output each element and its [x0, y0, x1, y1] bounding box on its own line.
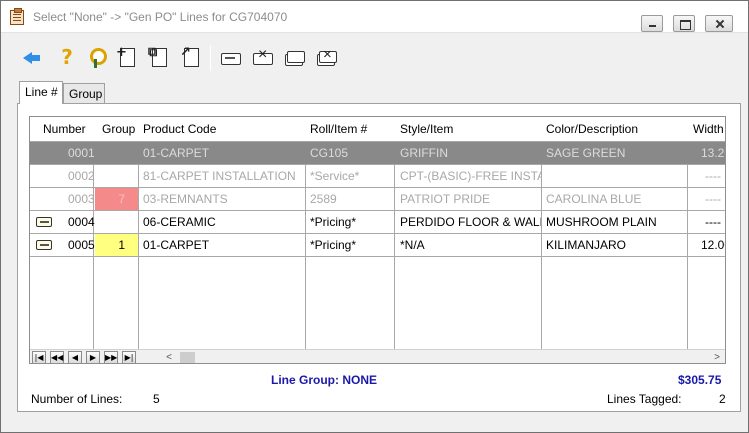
- table-row[interactable]: 0004 06-CERAMIC *Pricing* PERDIDO FLOOR …: [30, 211, 725, 234]
- title-bar: Select "None" -> "Gen PO" Lines for CG70…: [1, 1, 748, 33]
- previous-record-button[interactable]: ◀: [68, 351, 82, 363]
- cell-group: [94, 211, 139, 233]
- cell-number: 0004: [68, 215, 95, 229]
- table-row[interactable]: 0005 1 01-CARPET *Pricing* *N/A KILIMANJ…: [30, 234, 725, 257]
- cell-roll-item: *Service*: [310, 169, 360, 183]
- cell-roll-item: 2589: [310, 192, 337, 206]
- tag-icon[interactable]: [218, 45, 242, 69]
- help-icon[interactable]: ?: [55, 45, 79, 69]
- cell-group: [94, 142, 139, 164]
- tab-line-number[interactable]: Line #: [19, 81, 63, 104]
- back-arrow-icon[interactable]: [21, 45, 45, 69]
- window-title: Select "None" -> "Gen PO" Lines for CG70…: [33, 10, 288, 24]
- header-style-item[interactable]: Style/Item: [400, 122, 453, 136]
- cell-number: 0003: [68, 192, 95, 206]
- cell-color-description: SAGE GREEN: [546, 146, 626, 160]
- cell-color-description: [546, 165, 686, 187]
- split-document-icon[interactable]: [179, 45, 203, 69]
- lines-tagged-value: 2: [719, 392, 726, 406]
- cell-product-code: 81-CARPET INSTALLATION: [143, 169, 296, 183]
- copy-document-icon[interactable]: [147, 45, 171, 69]
- cell-product-code: 01-CARPET: [143, 238, 210, 252]
- cell-color-description: KILIMANJARO: [546, 238, 627, 252]
- cell-style-item: PATRIOT PRIDE: [400, 192, 491, 206]
- cell-product-code: 06-CERAMIC: [143, 215, 216, 229]
- cell-color-description: MUSHROOM PLAIN: [546, 215, 657, 229]
- minimize-icon: [642, 16, 662, 31]
- cell-width: ----: [705, 169, 721, 183]
- number-of-lines-value: 5: [153, 392, 160, 406]
- header-color-description[interactable]: Color/Description: [546, 122, 638, 136]
- lines-grid: Number Group Product Code Roll/Item # St…: [29, 116, 726, 364]
- number-of-lines-label: Number of Lines:: [31, 392, 123, 406]
- header-roll-item[interactable]: Roll/Item #: [310, 122, 367, 136]
- tab-group[interactable]: Group: [63, 83, 105, 103]
- maximize-button[interactable]: [673, 15, 695, 32]
- cell-group: 7: [95, 188, 138, 210]
- maximize-icon: [674, 16, 694, 31]
- toolbar: ?: [17, 41, 347, 73]
- cell-number: 0005: [68, 238, 95, 252]
- header-product-code[interactable]: Product Code: [143, 122, 216, 136]
- cell-style-item: *N/A: [400, 238, 425, 252]
- line-group-label: Line Group: NONE: [271, 373, 377, 387]
- cell-product-code: 01-CARPET: [143, 146, 210, 160]
- tag-icon[interactable]: [36, 217, 52, 227]
- lines-tagged-label: Lines Tagged:: [607, 392, 682, 406]
- tag-all-icon[interactable]: [282, 45, 306, 69]
- scroll-left-arrow[interactable]: <: [162, 351, 176, 363]
- close-button[interactable]: [705, 15, 733, 32]
- clipboard-icon: [10, 8, 24, 25]
- previous-page-button[interactable]: ◀◀: [50, 351, 64, 363]
- cell-product-code: 03-REMNANTS: [143, 192, 228, 206]
- tag-icon[interactable]: [36, 240, 52, 250]
- grid-navigator: |◀ ◀◀ ◀ ▶ ▶▶ ▶| < >: [30, 349, 725, 363]
- horizontal-scrollbar[interactable]: [180, 352, 710, 363]
- cell-color-description: CAROLINA BLUE: [546, 192, 642, 206]
- table-row[interactable]: 0002 81-CARPET INSTALLATION *Service* CP…: [30, 165, 725, 188]
- untag-icon[interactable]: [250, 45, 274, 69]
- total-amount: $305.75: [678, 373, 722, 387]
- scrollbar-thumb[interactable]: [180, 352, 195, 363]
- cell-width: ----: [705, 215, 721, 229]
- untag-all-icon[interactable]: [314, 45, 338, 69]
- cell-style-item: CPT-(BASIC)-FREE INSTALL: [400, 169, 541, 183]
- grid-header: Number Group Product Code Roll/Item # St…: [30, 117, 725, 142]
- next-record-button[interactable]: ▶: [86, 351, 100, 363]
- key-icon[interactable]: [85, 45, 109, 69]
- header-number[interactable]: Number: [43, 122, 86, 136]
- cell-roll-item: *Pricing*: [310, 238, 357, 252]
- table-row[interactable]: 0001 01-CARPET CG105 GRIFFIN SAGE GREEN …: [30, 142, 725, 165]
- close-icon: [706, 16, 732, 31]
- cell-width: 13.20: [701, 146, 725, 160]
- cell-width: ----: [705, 192, 721, 206]
- toolbar-separator: [210, 45, 211, 71]
- cell-number: 0002: [68, 169, 95, 183]
- cell-roll-item: CG105: [310, 146, 349, 160]
- first-record-button[interactable]: |◀: [32, 351, 46, 363]
- header-width[interactable]: Width: [693, 122, 724, 136]
- new-document-icon[interactable]: [115, 45, 139, 69]
- header-group[interactable]: Group: [102, 122, 135, 136]
- table-row[interactable]: 0003 7 03-REMNANTS 2589 PATRIOT PRIDE CA…: [30, 188, 725, 211]
- cell-style-item: PERDIDO FLOOR & WALL F: [400, 215, 541, 229]
- cell-width: 12.00: [701, 238, 725, 252]
- last-record-button[interactable]: ▶|: [122, 351, 136, 363]
- cell-group: [94, 165, 139, 187]
- po-lines-window: Select "None" -> "Gen PO" Lines for CG70…: [0, 0, 749, 433]
- cell-group: 1: [95, 234, 138, 256]
- cell-number: 0001: [68, 146, 95, 160]
- next-page-button[interactable]: ▶▶: [104, 351, 118, 363]
- minimize-button[interactable]: [641, 15, 663, 32]
- cell-roll-item: *Pricing*: [310, 215, 357, 229]
- cell-style-item: GRIFFIN: [400, 146, 448, 160]
- scroll-right-arrow[interactable]: >: [710, 351, 724, 363]
